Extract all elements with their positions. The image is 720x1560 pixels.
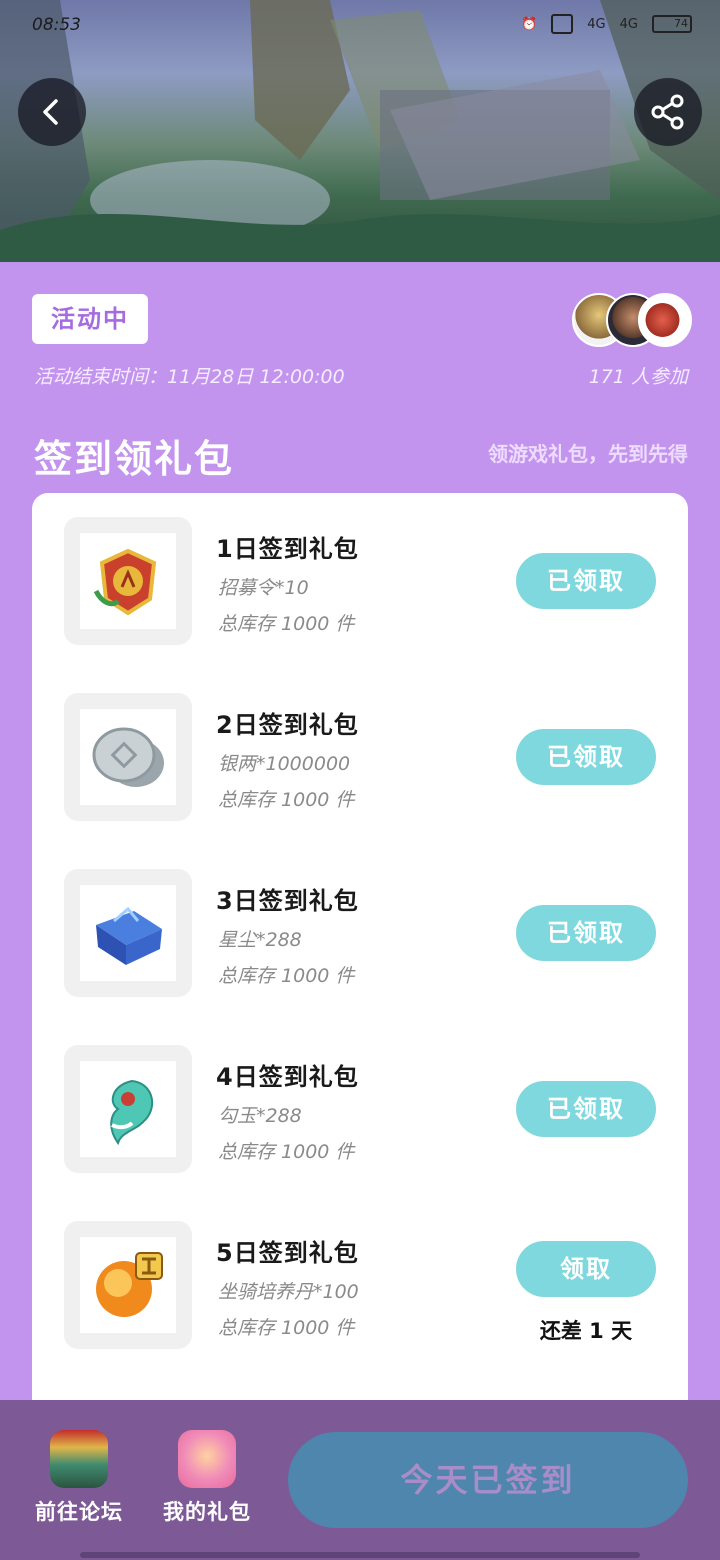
claim-button[interactable]: 领取 xyxy=(516,1241,656,1297)
days-remaining: 还差 1 天 xyxy=(539,1319,633,1343)
gift-stock: 总库存 1000 件 xyxy=(218,789,355,811)
gift-name: 4日签到礼包 xyxy=(216,1063,359,1091)
recruit-token-icon xyxy=(93,548,157,616)
my-gifts-nav-button[interactable]: 我的礼包 xyxy=(152,1430,262,1526)
bottom-bar: 前往论坛 我的礼包 今天已签到 xyxy=(0,1400,720,1560)
claimed-button[interactable]: 已领取 xyxy=(516,553,656,609)
gift-thumbnail xyxy=(64,869,192,997)
silver-coin-icon xyxy=(92,727,164,787)
gift-stock: 总库存 1000 件 xyxy=(218,1141,355,1163)
gift-stock: 总库存 1000 件 xyxy=(218,965,355,987)
status-time: 08:53 xyxy=(32,15,81,35)
status-bar: 08:53 ⏰ 4G 4G 74 xyxy=(0,0,720,52)
gift-name: 2日签到礼包 xyxy=(216,711,359,739)
gift-name: 5日签到礼包 xyxy=(216,1239,359,1267)
list-item: 1日签到礼包 招募令*10 总库存 1000 件 已领取 xyxy=(64,517,664,645)
section-title: 签到领礼包 xyxy=(34,437,235,481)
magatama-icon xyxy=(110,1079,154,1146)
claimed-button[interactable]: 已领取 xyxy=(516,729,656,785)
claimed-button[interactable]: 已领取 xyxy=(516,905,656,961)
gift-thumbnail xyxy=(64,1221,192,1349)
gift-stock: 总库存 1000 件 xyxy=(218,1317,355,1339)
claimed-button[interactable]: 已领取 xyxy=(516,1081,656,1137)
gift-thumbnail xyxy=(64,517,192,645)
signal-label-left: 4G xyxy=(587,16,606,32)
my-gifts-label: 我的礼包 xyxy=(163,1500,251,1524)
signed-in-today-button[interactable]: 今天已签到 xyxy=(288,1432,688,1528)
chevron-left-icon xyxy=(43,99,58,125)
hd-icon xyxy=(551,14,574,34)
status-badge: 活动中 xyxy=(32,294,148,344)
forum-label: 前往论坛 xyxy=(35,1500,123,1524)
list-item: 3日签到礼包 星尘*288 总库存 1000 件 已领取 xyxy=(64,869,664,997)
avatar xyxy=(638,293,692,347)
participant-count: 171 人参加 xyxy=(588,366,688,388)
mount-pill-icon xyxy=(96,1252,163,1317)
gift-list-card: 1日签到礼包 招募令*10 总库存 1000 件 已领取 2日签到礼包 银两*1… xyxy=(32,493,688,1423)
stardust-chest-icon xyxy=(96,906,162,965)
participant-avatars xyxy=(572,293,692,347)
gift-stock: 总库存 1000 件 xyxy=(218,613,355,635)
signal-label-right: 4G xyxy=(619,16,638,32)
list-item: 2日签到礼包 银两*1000000 总库存 1000 件 已领取 xyxy=(64,693,664,821)
gift-description: 银两*1000000 xyxy=(218,753,351,775)
battery-icon: 74 xyxy=(652,15,692,33)
gift-name: 3日签到礼包 xyxy=(216,887,359,915)
forum-game-icon xyxy=(50,1430,108,1488)
activity-end-time: 活动结束时间：11月28日 12:00:00 xyxy=(34,366,345,388)
alarm-icon: ⏰ xyxy=(521,16,538,32)
gift-description: 招募令*10 xyxy=(218,577,309,599)
list-item: 5日签到礼包 坐骑培养丹*100 总库存 1000 件 领取 还差 1 天 xyxy=(64,1221,664,1349)
section-subtitle: 领游戏礼包，先到先得 xyxy=(488,442,688,466)
share-icon xyxy=(651,94,684,130)
gift-description: 勾玉*288 xyxy=(218,1105,302,1127)
gift-thumbnail xyxy=(64,1045,192,1173)
gift-name: 1日签到礼包 xyxy=(216,535,359,563)
back-button[interactable] xyxy=(18,78,86,146)
share-button[interactable] xyxy=(634,78,702,146)
gift-avatar-icon xyxy=(178,1430,236,1488)
gift-description: 坐骑培养丹*100 xyxy=(218,1281,359,1303)
gift-description: 星尘*288 xyxy=(218,929,302,951)
gift-thumbnail xyxy=(64,693,192,821)
forum-nav-button[interactable]: 前往论坛 xyxy=(24,1430,134,1526)
list-item: 4日签到礼包 勾玉*288 总库存 1000 件 已领取 xyxy=(64,1045,664,1173)
home-indicator[interactable] xyxy=(80,1552,640,1558)
